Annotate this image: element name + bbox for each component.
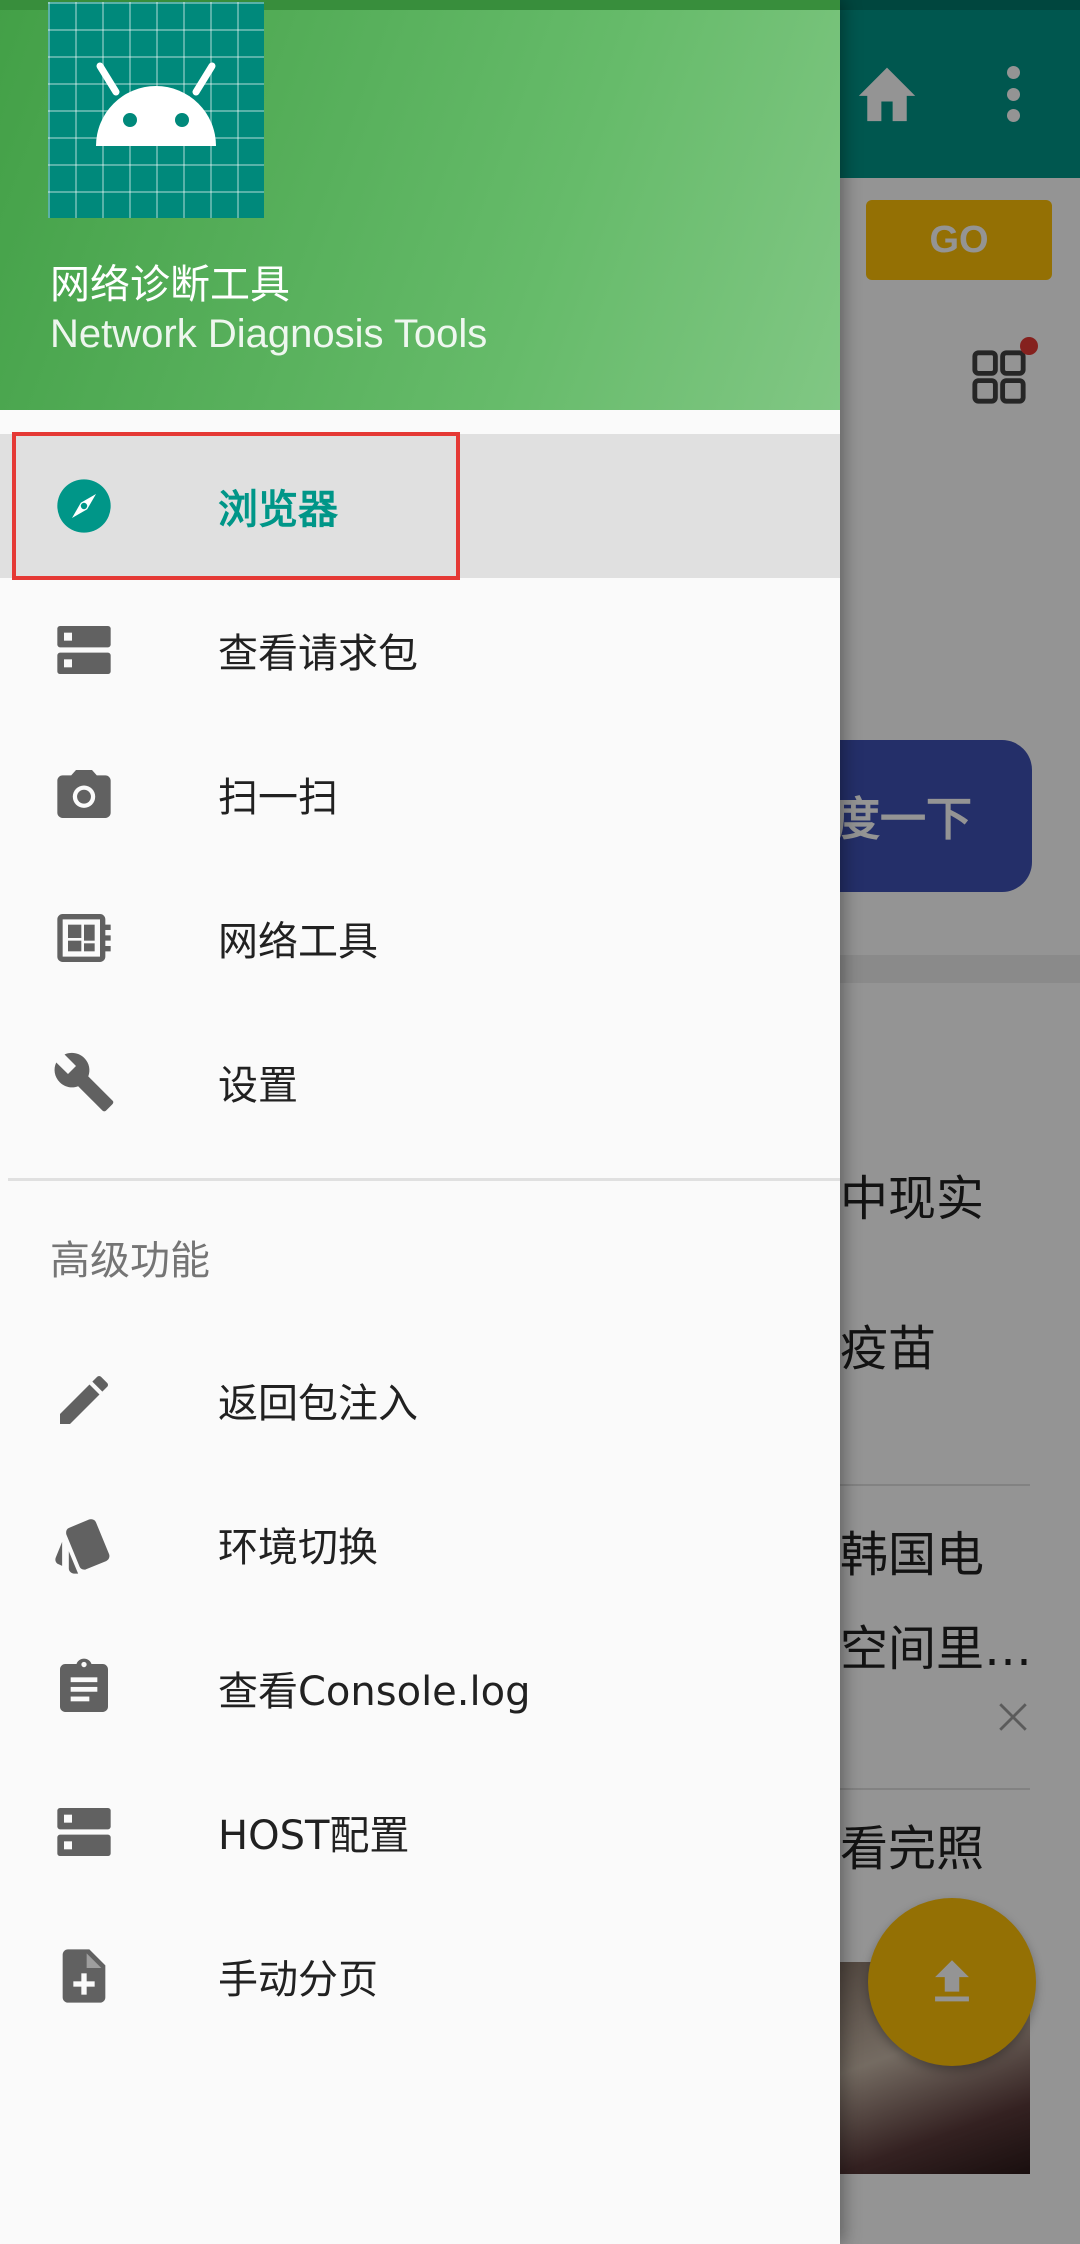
menu-item-env-switch[interactable]: 环境切换 [0, 1472, 840, 1616]
app-title: 网络诊断工具 [50, 262, 290, 308]
app-subtitle: Network Diagnosis Tools [50, 312, 488, 356]
clipboard-icon [60, 1658, 108, 1712]
menu-item-scan[interactable]: 扫一扫 [0, 722, 840, 866]
menu-item-label: 扫一扫 [218, 775, 338, 821]
wrench-icon [54, 1052, 114, 1112]
menu-item-label: 查看Console.log [218, 1669, 531, 1715]
file-plus-icon [62, 1949, 106, 2003]
menu-item-label: HOST配置 [218, 1813, 410, 1859]
navigation-drawer: 网络诊断工具 Network Diagnosis Tools 浏览器 查看请求包… [0, 0, 840, 2244]
app-logo [48, 2, 264, 218]
menu-item-response-inject[interactable]: 返回包注入 [0, 1328, 840, 1472]
menu-item-label: 设置 [218, 1063, 298, 1109]
section-title: 高级功能 [50, 1238, 210, 1284]
menu-item-manual-paging[interactable]: 手动分页 [0, 1904, 840, 2048]
section-divider [8, 1178, 840, 1181]
menu-item-label: 手动分页 [218, 1957, 378, 2003]
menu-item-label: 环境切换 [218, 1525, 378, 1571]
menu-item-requests[interactable]: 查看请求包 [0, 578, 840, 722]
menu-item-settings[interactable]: 设置 [0, 1010, 840, 1154]
cards-icon [55, 1519, 110, 1574]
android-icon [96, 62, 216, 146]
storage-icon [57, 626, 111, 674]
menu-item-host-config[interactable]: HOST配置 [0, 1760, 840, 1904]
highlight-annotation [12, 432, 460, 580]
drawer-header: 网络诊断工具 Network Diagnosis Tools [0, 0, 840, 410]
menu-item-label: 返回包注入 [218, 1381, 418, 1427]
menu-item-label: 网络工具 [218, 919, 378, 965]
pencil-icon [60, 1375, 109, 1424]
menu-item-network-tools[interactable]: 网络工具 [0, 866, 840, 1010]
camera-icon [57, 770, 111, 818]
storage-icon [57, 1808, 111, 1856]
menu-item-label: 查看请求包 [218, 631, 418, 677]
developer-board-icon [57, 914, 111, 962]
menu-item-console-log[interactable]: 查看Console.log [0, 1616, 840, 1760]
